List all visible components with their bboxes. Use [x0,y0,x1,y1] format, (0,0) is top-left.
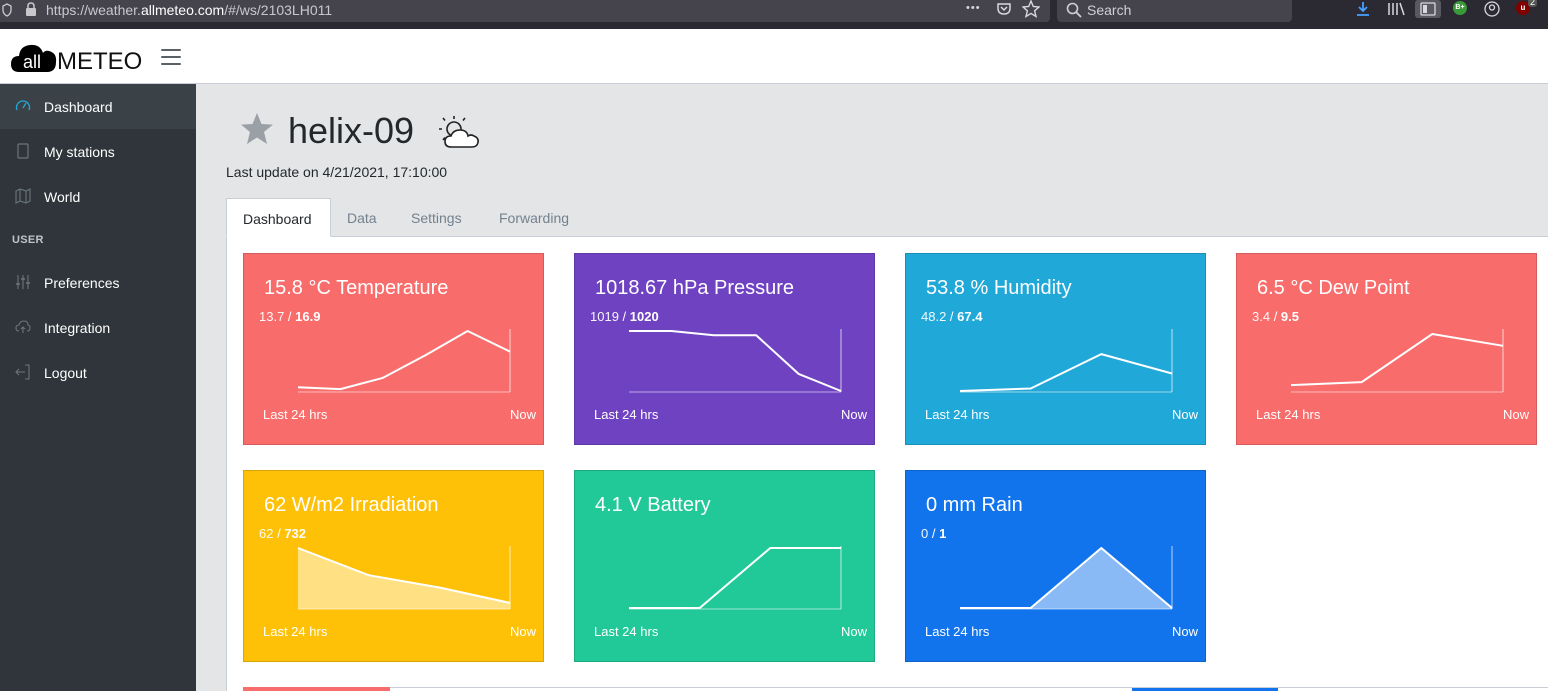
next-row-divider [390,687,1548,688]
tab-dashboard[interactable]: Dashboard [226,198,331,237]
sparkline-line [297,330,511,391]
station-tabs: Dashboard Data Settings Forwarding [226,198,1548,237]
svg-text:all: all [23,52,41,72]
logout-icon [15,364,30,380]
sidebar-item-label: Preferences [44,275,120,291]
card-battery[interactable]: 4.1 V Battery Last 24 hrs Now [574,470,875,662]
download-icon[interactable] [1356,1,1370,17]
sidebar-item-label: My stations [44,144,115,160]
period-end-label: Now [509,407,536,422]
period-start-label: Last 24 hrs [594,407,659,422]
bookmark-icon [17,143,29,159]
period-end-label: Now [840,407,867,422]
station-title: helix-09 [288,110,415,151]
period-end-label: Now [840,624,867,639]
card-humidity[interactable]: 53.8 % Humidity 48.2 / 67.4 Last 24 hrs … [905,253,1206,445]
browser-search-placeholder: Search [1087,2,1132,18]
card-irradiation[interactable]: 62 W/m2 Irradiation 62 / 732 Last 24 hrs… [243,470,544,662]
favorite-star-icon[interactable] [239,112,275,146]
card-rain[interactable]: 0 mm Rain 0 / 1 Last 24 hrs Now [905,470,1206,662]
period-start-label: Last 24 hrs [263,407,328,422]
sidebar-item-logout[interactable]: Logout [0,350,196,395]
sidebar-item-integration[interactable]: Integration [0,305,196,350]
period-end-label: Now [1502,407,1529,422]
sidebar-toggle-icon[interactable] [1415,0,1441,18]
search-icon [1066,2,1082,18]
browser-toolbar: https://weather.allmeteo.com/#/ws/2103LH… [0,0,1548,29]
tab-data[interactable]: Data [347,198,377,237]
last-update-text: Last update on 4/21/2021, 17:10:00 [226,164,448,180]
sliders-icon [16,275,30,289]
speedometer-icon [15,100,31,111]
period-start-label: Last 24 hrs [263,624,328,639]
period-end-label: Now [1171,407,1198,422]
page-actions-icon[interactable]: ••• [966,3,981,14]
ublock-count: 2 [1528,0,1538,7]
sidebar-item-label: World [44,189,81,205]
tab-forwarding[interactable]: Forwarding [499,198,569,237]
menu-toggle-icon[interactable] [161,49,181,65]
logo-text: METEO [57,48,143,75]
pocket-icon[interactable] [996,1,1012,17]
cloud-logo-icon: all [11,44,57,72]
period-start-label: Last 24 hrs [925,624,990,639]
period-start-label: Last 24 hrs [925,407,990,422]
url-bar[interactable]: https://weather.allmeteo.com/#/ws/2103LH… [0,0,1050,22]
browser-search-input[interactable]: Search [1057,0,1292,22]
card-pressure[interactable]: 1018.67 hPa Pressure 1019 / 1020 Last 24… [574,253,875,445]
cloud-upload-icon [15,320,31,333]
sidebar-item-preferences[interactable]: Preferences [0,260,196,305]
sparkline-line [1290,333,1504,387]
bookmark-star-icon[interactable] [1022,0,1040,18]
app-header: all METEO [0,29,1548,84]
tab-settings[interactable]: Settings [411,198,462,237]
period-start-label: Last 24 hrs [1256,407,1321,422]
sidebar-item-label: Integration [44,320,111,336]
period-end-label: Now [1171,624,1198,639]
account-icon[interactable] [1484,1,1500,17]
shield-icon [2,3,12,17]
sparkline-area [298,548,510,609]
card-dew-point[interactable]: 6.5 °C Dew Point 3.4 / 9.5 Last 24 hrs N… [1236,253,1537,445]
sparkline-line [629,330,842,392]
period-end-label: Now [509,624,536,639]
sidebar-item-label: Dashboard [44,99,113,115]
url-text: https://weather.allmeteo.com/#/ws/2103LH… [46,2,333,18]
sidebar-item-label: Logout [44,365,87,381]
sidebar-item-dashboard[interactable]: Dashboard [0,84,196,129]
sidebar-item-my-stations[interactable]: My stations [0,129,196,174]
card-temperature[interactable]: 15.8 °C Temperature 13.7 / 16.9 Last 24 … [243,253,544,445]
period-start-label: Last 24 hrs [594,624,659,639]
sidebar-section-title: USER [12,234,44,246]
map-icon [15,188,31,204]
sidebar: Dashboard My stations World USER Prefere… [0,84,196,691]
partly-cloudy-icon [439,116,479,148]
sparkline-line [629,547,841,609]
library-icon[interactable] [1387,1,1405,17]
sparkline-line [959,353,1173,392]
sidebar-item-world[interactable]: World [0,174,196,219]
next-card-strip [243,687,390,691]
lock-icon [26,2,36,16]
extension-badge-icon[interactable]: B+ [1453,1,1467,15]
